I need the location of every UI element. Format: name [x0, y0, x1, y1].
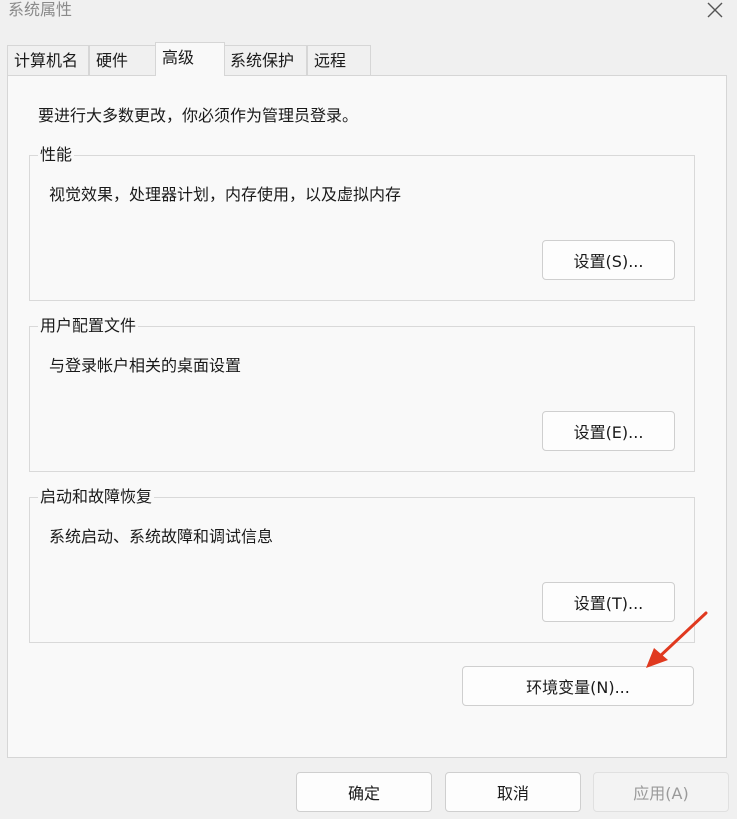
system-properties-window: 系统属性 计算机名 硬件 高级 系统保护 远程 要进行大多数更改，你必须作为管理…	[0, 0, 737, 819]
performance-settings-button[interactable]: 设置(S)...	[542, 240, 675, 280]
tab-label: 计算机名	[14, 51, 79, 70]
close-button[interactable]	[700, 0, 730, 20]
user-profiles-settings-button[interactable]: 设置(E)...	[542, 411, 675, 451]
group-description: 视觉效果，处理器计划，内存使用，以及虚拟内存	[49, 185, 402, 204]
close-icon	[707, 2, 723, 18]
red-arrow-icon	[646, 611, 708, 668]
tab-label: 高级	[162, 48, 195, 67]
admin-note: 要进行大多数更改，你必须作为管理员登录。	[38, 106, 359, 125]
cancel-button[interactable]: 取消	[445, 772, 581, 812]
window-title: 系统属性	[8, 0, 73, 19]
tab-label: 远程	[314, 51, 347, 70]
ok-button[interactable]: 确定	[296, 772, 432, 812]
group-description: 与登录帐户相关的桌面设置	[49, 356, 242, 375]
environment-variables-button[interactable]: 环境变量(N)...	[462, 666, 694, 706]
tab-system-protection[interactable]: 系统保护	[223, 45, 307, 75]
group-title: 启动和故障恢复	[38, 486, 155, 508]
group-title: 用户配置文件	[38, 315, 139, 337]
apply-button[interactable]: 应用(A)	[593, 772, 729, 812]
tab-remote[interactable]: 远程	[307, 45, 371, 75]
tab-label: 系统保护	[230, 51, 295, 70]
performance-group: 性能 视觉效果，处理器计划，内存使用，以及虚拟内存 设置(S)...	[29, 144, 695, 301]
tab-advanced[interactable]: 高级	[155, 42, 225, 76]
tab-label: 硬件	[96, 51, 129, 70]
group-description: 系统启动、系统故障和调试信息	[49, 527, 274, 546]
tab-hardware[interactable]: 硬件	[89, 45, 157, 75]
tab-computer-name[interactable]: 计算机名	[7, 45, 89, 75]
group-title: 性能	[38, 144, 75, 166]
startup-recovery-group: 启动和故障恢复 系统启动、系统故障和调试信息 设置(T)...	[29, 486, 695, 643]
user-profiles-group: 用户配置文件 与登录帐户相关的桌面设置 设置(E)...	[29, 315, 695, 472]
